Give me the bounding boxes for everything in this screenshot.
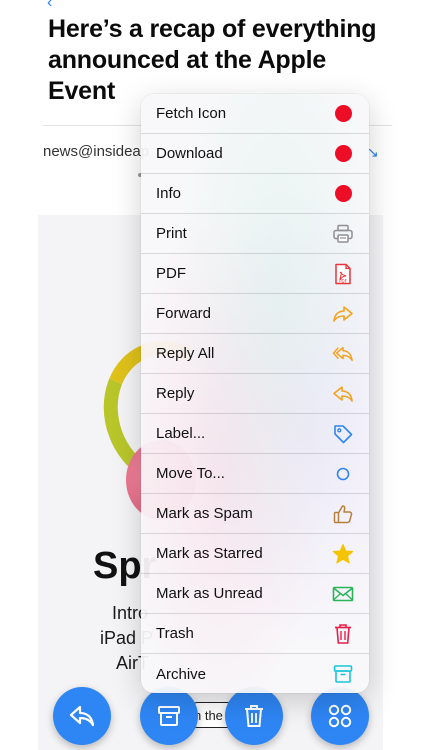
reply-all-icon bbox=[332, 343, 354, 365]
menu-item-label: Move To... bbox=[156, 465, 225, 482]
thumbs-up-icon bbox=[332, 503, 354, 525]
forward-arrow-icon bbox=[332, 303, 354, 325]
archive-icon bbox=[158, 706, 180, 726]
menu-item-label: Reply bbox=[156, 385, 195, 402]
delete-button[interactable] bbox=[225, 687, 283, 745]
menu-item-label: Forward bbox=[156, 305, 212, 322]
back-chevron-icon[interactable]: ‹ bbox=[47, 0, 52, 12]
red-dot-icon bbox=[332, 103, 354, 125]
menu-item-pdf[interactable]: PDF PDF bbox=[141, 254, 369, 294]
menu-item-mark-as-starred[interactable]: Mark as Starred bbox=[141, 534, 369, 574]
star-icon bbox=[332, 543, 354, 565]
menu-item-reply-all[interactable]: Reply All bbox=[141, 334, 369, 374]
menu-item-label: Print bbox=[156, 225, 187, 242]
context-menu: Fetch Icon Download Info Print PDF PDF F… bbox=[141, 94, 369, 693]
red-dot-icon bbox=[332, 183, 354, 205]
menu-item-download[interactable]: Download bbox=[141, 134, 369, 174]
circle-icon bbox=[332, 463, 354, 485]
reply-button[interactable] bbox=[53, 687, 111, 745]
sender-address[interactable]: news@insideap bbox=[43, 143, 149, 160]
menu-item-label: Fetch Icon bbox=[156, 105, 227, 122]
trash-icon bbox=[245, 705, 263, 727]
menu-item-fetch-icon[interactable]: Fetch Icon bbox=[141, 94, 369, 134]
menu-item-label: Info bbox=[156, 185, 182, 202]
grid-icon bbox=[328, 704, 352, 728]
tag-icon bbox=[332, 423, 354, 445]
red-dot-icon bbox=[332, 143, 354, 165]
envelope-icon bbox=[332, 583, 354, 605]
archive-button[interactable] bbox=[140, 687, 198, 745]
menu-item-label: Mark as Spam bbox=[156, 505, 253, 522]
reply-icon bbox=[332, 383, 354, 405]
menu-item-mark-as-unread[interactable]: Mark as Unread bbox=[141, 574, 369, 614]
reply-icon bbox=[69, 705, 95, 727]
menu-item-label: Mark as Starred bbox=[156, 545, 263, 562]
menu-item-info[interactable]: Info bbox=[141, 174, 369, 214]
trash-icon bbox=[332, 623, 354, 645]
menu-item-label: Archive bbox=[156, 665, 207, 683]
menu-item-label: Download bbox=[156, 145, 223, 162]
menu-item-print[interactable]: Print bbox=[141, 214, 369, 254]
menu-item-forward[interactable]: Forward bbox=[141, 294, 369, 334]
more-actions-button[interactable] bbox=[311, 687, 369, 745]
menu-item-move-to[interactable]: Move To... bbox=[141, 454, 369, 494]
menu-item-trash[interactable]: Trash bbox=[141, 614, 369, 654]
svg-text:PDF: PDF bbox=[339, 278, 347, 283]
menu-item-reply[interactable]: Reply bbox=[141, 374, 369, 414]
menu-item-archive[interactable]: Archive bbox=[141, 654, 369, 693]
body-link-label: n the bbox=[194, 707, 223, 723]
menu-item-label: Mark as Unread bbox=[156, 585, 263, 602]
menu-item-label: PDF bbox=[156, 265, 186, 282]
printer-icon bbox=[332, 223, 354, 245]
menu-item-label: Label... bbox=[156, 425, 206, 442]
menu-item-label-action[interactable]: Label... bbox=[141, 414, 369, 454]
pdf-icon: PDF bbox=[332, 263, 354, 285]
menu-item-label: Trash bbox=[156, 625, 194, 642]
archive-box-icon bbox=[332, 663, 354, 685]
menu-item-label: Reply All bbox=[156, 345, 215, 362]
menu-item-mark-as-spam[interactable]: Mark as Spam bbox=[141, 494, 369, 534]
